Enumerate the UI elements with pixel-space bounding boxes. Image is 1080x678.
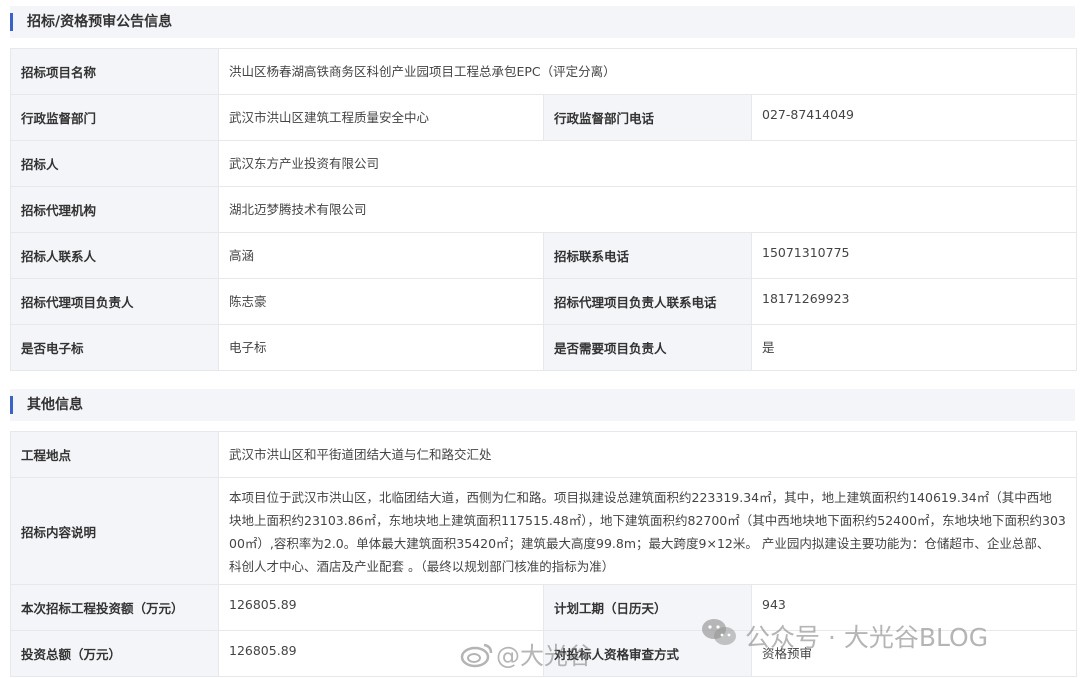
field-label: 招标代理机构 xyxy=(10,186,219,233)
field-label: 招标代理项目负责人联系电话 xyxy=(543,278,752,325)
table-row: 招标代理项目负责人 陈志豪 招标代理项目负责人联系电话 18171269923 xyxy=(10,278,1077,325)
table-row: 是否电子标 电子标 是否需要项目负责人 是 xyxy=(10,324,1077,371)
electronic-bid-value: 电子标 xyxy=(218,324,544,371)
contact-value: 高涵 xyxy=(218,232,544,279)
section-header-tender-info: 招标/资格预审公告信息 xyxy=(10,6,1075,38)
field-label: 本次招标工程投资额（万元） xyxy=(10,584,219,631)
tenderer-value: 武汉东方产业投资有限公司 xyxy=(218,140,1077,187)
content-line: 块地上面积约23103.86㎡，东地块地上建筑面积117515.48㎡），地下建… xyxy=(229,513,1066,528)
need-pm-value: 是 xyxy=(751,324,1077,371)
wechat-watermark: 公众号 · 大光谷BLOG xyxy=(745,623,989,652)
field-label: 招标人联系人 xyxy=(10,232,219,279)
weibo-icon xyxy=(460,643,493,668)
field-label: 招标联系电话 xyxy=(543,232,752,279)
investment-value: 126805.89 xyxy=(218,584,544,631)
section-header-other-info: 其他信息 xyxy=(10,389,1075,421)
field-label: 行政监督部门 xyxy=(10,94,219,141)
table-row: 工程地点 武汉市洪山区和平街道团结大道与仁和路交汇处 xyxy=(10,431,1078,478)
field-label: 投资总额（万元） xyxy=(10,630,219,677)
field-label: 工程地点 xyxy=(10,431,219,478)
field-label: 行政监督部门电话 xyxy=(543,94,752,141)
contact-phone-value: 15071310775 xyxy=(751,232,1077,279)
content-line: 00㎡）,容积率为2.0。单体最大建筑面积35420㎡；建筑最大高度99.8m；… xyxy=(229,536,1050,551)
content-description: 本项目位于武汉市洪山区，北临团结大道，西侧为仁和路。项目拟建设总建筑面积约223… xyxy=(217,477,1078,585)
table-row: 招标人 武汉东方产业投资有限公司 xyxy=(10,140,1077,187)
content-line: 科创人才中心、酒店及产业配套 。（最终以规划部门核准的指标为准） xyxy=(229,559,615,574)
agency-value: 湖北迈梦腾技术有限公司 xyxy=(218,186,1077,233)
content-line: 本项目位于武汉市洪山区，北临团结大道，西侧为仁和路。项目拟建设总建筑面积约223… xyxy=(229,490,1052,505)
agent-lead-value: 陈志豪 xyxy=(218,278,544,325)
section-title: 其他信息 xyxy=(27,397,83,413)
table-row: 招标内容说明 本项目位于武汉市洪山区，北临团结大道，西侧为仁和路。项目拟建设总建… xyxy=(10,477,1078,585)
supervisor-phone-value: 027-87414049 xyxy=(751,94,1077,141)
agent-lead-phone-value: 18171269923 xyxy=(751,278,1077,325)
field-label: 招标内容说明 xyxy=(10,477,219,585)
supervisor-value: 武汉市洪山区建筑工程质量安全中心 xyxy=(218,94,544,141)
location-value: 武汉市洪山区和平街道团结大道与仁和路交汇处 xyxy=(217,431,1078,478)
section-accent-bar xyxy=(10,13,13,31)
table-row: 招标项目名称 洪山区杨春湖高铁商务区科创产业园项目工程总承包EPC（评定分离） xyxy=(10,48,1077,95)
field-label: 招标人 xyxy=(10,140,219,187)
wechat-icon xyxy=(702,619,736,645)
tender-info-table: 招标项目名称 洪山区杨春湖高铁商务区科创产业园项目工程总承包EPC（评定分离） … xyxy=(10,48,1077,371)
section-title: 招标/资格预审公告信息 xyxy=(27,14,173,30)
table-row: 招标人联系人 高涵 招标联系电话 15071310775 xyxy=(10,232,1077,279)
field-label: 是否电子标 xyxy=(10,324,219,371)
total-investment-value: 126805.89 xyxy=(218,630,544,677)
project-name-value: 洪山区杨春湖高铁商务区科创产业园项目工程总承包EPC（评定分离） xyxy=(218,48,1077,95)
weibo-watermark: @大光谷 xyxy=(496,642,592,670)
field-label: 招标项目名称 xyxy=(10,48,219,95)
table-row: 行政监督部门 武汉市洪山区建筑工程质量安全中心 行政监督部门电话 027-874… xyxy=(10,94,1077,141)
field-label: 招标代理项目负责人 xyxy=(10,278,219,325)
field-label: 是否需要项目负责人 xyxy=(543,324,752,371)
table-row: 招标代理机构 湖北迈梦腾技术有限公司 xyxy=(10,186,1077,233)
section-accent-bar xyxy=(10,396,13,414)
